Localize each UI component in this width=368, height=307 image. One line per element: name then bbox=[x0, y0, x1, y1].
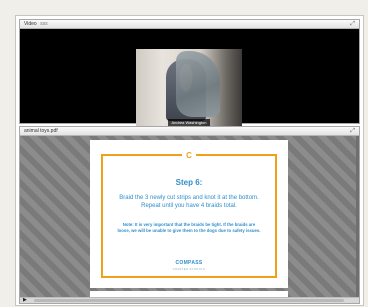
video-pod-title: Video bbox=[24, 21, 37, 27]
meeting-window: Video sss ⤢ Andrea Washington animal toy… bbox=[15, 15, 364, 306]
slide-note: Note: It is very important that the brai… bbox=[117, 222, 261, 233]
video-pod: Video sss ⤢ Andrea Washington bbox=[19, 19, 360, 129]
maximize-icon[interactable]: ⤢ bbox=[350, 20, 355, 29]
pdf-viewer[interactable]: C Step 6: Braid the 3 newly cut strips a… bbox=[20, 136, 359, 297]
horizontal-scrollbar[interactable]: ▶ bbox=[20, 297, 359, 303]
speaker-name-label: Andrea Washington bbox=[136, 119, 242, 126]
pdf-page: C Step 6: Braid the 3 newly cut strips a… bbox=[90, 140, 288, 288]
slide-instruction: Braid the 3 newly cut strips and knot it… bbox=[119, 195, 259, 209]
video-pod-title-extra: sss bbox=[40, 21, 48, 27]
brand-subtitle: CHARTER SCHOOLS bbox=[172, 268, 206, 271]
pdf-pod-header: animal toys.pdf ⤢ bbox=[20, 127, 359, 136]
rope-toy-figure bbox=[176, 51, 220, 117]
compass-logo-icon: C bbox=[182, 151, 196, 160]
webcam-video: Andrea Washington bbox=[136, 49, 242, 129]
pdf-pod: animal toys.pdf ⤢ C Step 6: Braid the 3 … bbox=[19, 126, 360, 304]
maximize-icon[interactable]: ⤢ bbox=[350, 127, 355, 136]
slide-title: Step 6: bbox=[175, 178, 203, 187]
slide-card: C Step 6: Braid the 3 newly cut strips a… bbox=[101, 151, 277, 278]
scroll-thumb[interactable] bbox=[34, 299, 344, 302]
speaker-name: Andrea Washington bbox=[167, 119, 211, 126]
video-feed-area: Andrea Washington bbox=[20, 29, 359, 129]
pdf-pod-title: animal toys.pdf bbox=[24, 128, 58, 134]
vertical-scrollbar[interactable] bbox=[356, 136, 359, 297]
play-icon[interactable]: ▶ bbox=[23, 298, 27, 303]
video-pod-header: Video sss ⤢ bbox=[20, 20, 359, 29]
brand-name: COMPASS bbox=[175, 260, 203, 266]
